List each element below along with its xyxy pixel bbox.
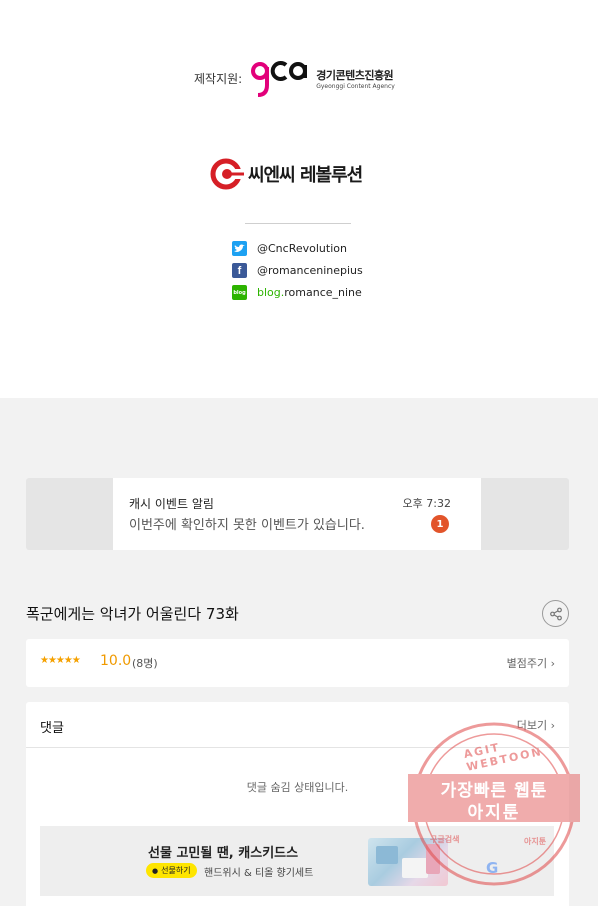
- ad-gift-tag[interactable]: ● 선물하기: [146, 863, 197, 878]
- ad-subtitle: 핸드위시 & 티올 향기세트: [204, 868, 314, 879]
- gca-english-name: Gyeonggi Content Agency: [316, 82, 395, 90]
- notification-card[interactable]: 캐시 이벤트 알림 오후 7:32 이번주에 확인하지 못한 이벤트가 있습니다…: [113, 478, 481, 550]
- blog-handle: romance_nine: [284, 286, 362, 299]
- facebook-icon: f: [232, 263, 247, 278]
- credits-section: 제작지원: 경기콘텐츠진흥원 Gyeonggi Content Agency 씨…: [0, 0, 598, 398]
- notification-body: 이번주에 확인하지 못한 이벤트가 있습니다.: [129, 518, 365, 533]
- notification-time: 오후 7:32: [402, 497, 451, 510]
- gca-korean-name: 경기콘텐츠진흥원: [316, 68, 394, 82]
- ad-product-image: [368, 838, 448, 886]
- ad-tag-label: 선물하기: [161, 866, 191, 875]
- comments-more-link[interactable]: 더보기 ›: [517, 717, 555, 733]
- facebook-link[interactable]: f @romanceninepius: [232, 260, 363, 281]
- blog-prefix: blog.: [257, 286, 285, 299]
- rating-score: 10.0: [100, 653, 132, 669]
- facebook-handle: @romanceninepius: [257, 264, 363, 277]
- rating-count: (8명): [132, 657, 158, 670]
- chat-bubble-icon: ●: [152, 866, 159, 875]
- gca-logo-icon: [251, 61, 308, 97]
- comments-header: 댓글 더보기 ›: [26, 702, 569, 748]
- ad-title: 선물 고민될 땐, 캐스키드스: [148, 846, 299, 861]
- notification-banner[interactable]: 캐시 이벤트 알림 오후 7:32 이번주에 확인하지 못한 이벤트가 있습니다…: [26, 478, 569, 550]
- gca-text: 경기콘텐츠진흥원 Gyeonggi Content Agency: [316, 67, 395, 90]
- star-rating-icon: ★★★★★: [40, 655, 81, 666]
- studio-name: 씨엔씨 레볼루션: [248, 165, 363, 186]
- notification-title: 캐시 이벤트 알림: [129, 497, 214, 511]
- twitter-handle: @CncRevolution: [257, 242, 347, 255]
- production-support: 제작지원: 경기콘텐츠진흥원 Gyeonggi Content Agency: [194, 56, 395, 100]
- credits-divider: [245, 223, 351, 224]
- share-icon: [549, 607, 562, 620]
- social-links: @CncRevolution f @romanceninepius blog b…: [232, 238, 363, 304]
- cnc-logo-icon: [210, 158, 244, 190]
- blog-link[interactable]: blog blog.romance_nine: [232, 282, 363, 303]
- rate-button[interactable]: 별점주기 ›: [507, 655, 555, 671]
- rating-bar: ★★★★★ 10.0 (8명) 별점주기 ›: [26, 639, 569, 687]
- twitter-link[interactable]: @CncRevolution: [232, 238, 363, 259]
- studio-logo: 씨엔씨 레볼루션: [210, 156, 363, 192]
- comments-title: 댓글: [40, 721, 64, 736]
- episode-title: 폭군에게는 악녀가 어울린다 73화: [26, 605, 239, 623]
- share-button[interactable]: [542, 600, 569, 627]
- twitter-icon: [232, 241, 247, 256]
- blog-icon: blog: [232, 285, 247, 300]
- support-label: 제작지원:: [194, 71, 243, 86]
- ad-banner[interactable]: 선물 고민될 땐, 캐스키드스 ● 선물하기 핸드위시 & 티올 향기세트: [40, 826, 554, 896]
- comments-hidden-message: 댓글 숨김 상태입니다.: [246, 781, 349, 794]
- comments-section: 댓글 더보기 › 댓글 숨김 상태입니다. 선물 고민될 땐, 캐스키드스 ● …: [26, 702, 569, 906]
- notification-count-badge: 1: [431, 515, 449, 533]
